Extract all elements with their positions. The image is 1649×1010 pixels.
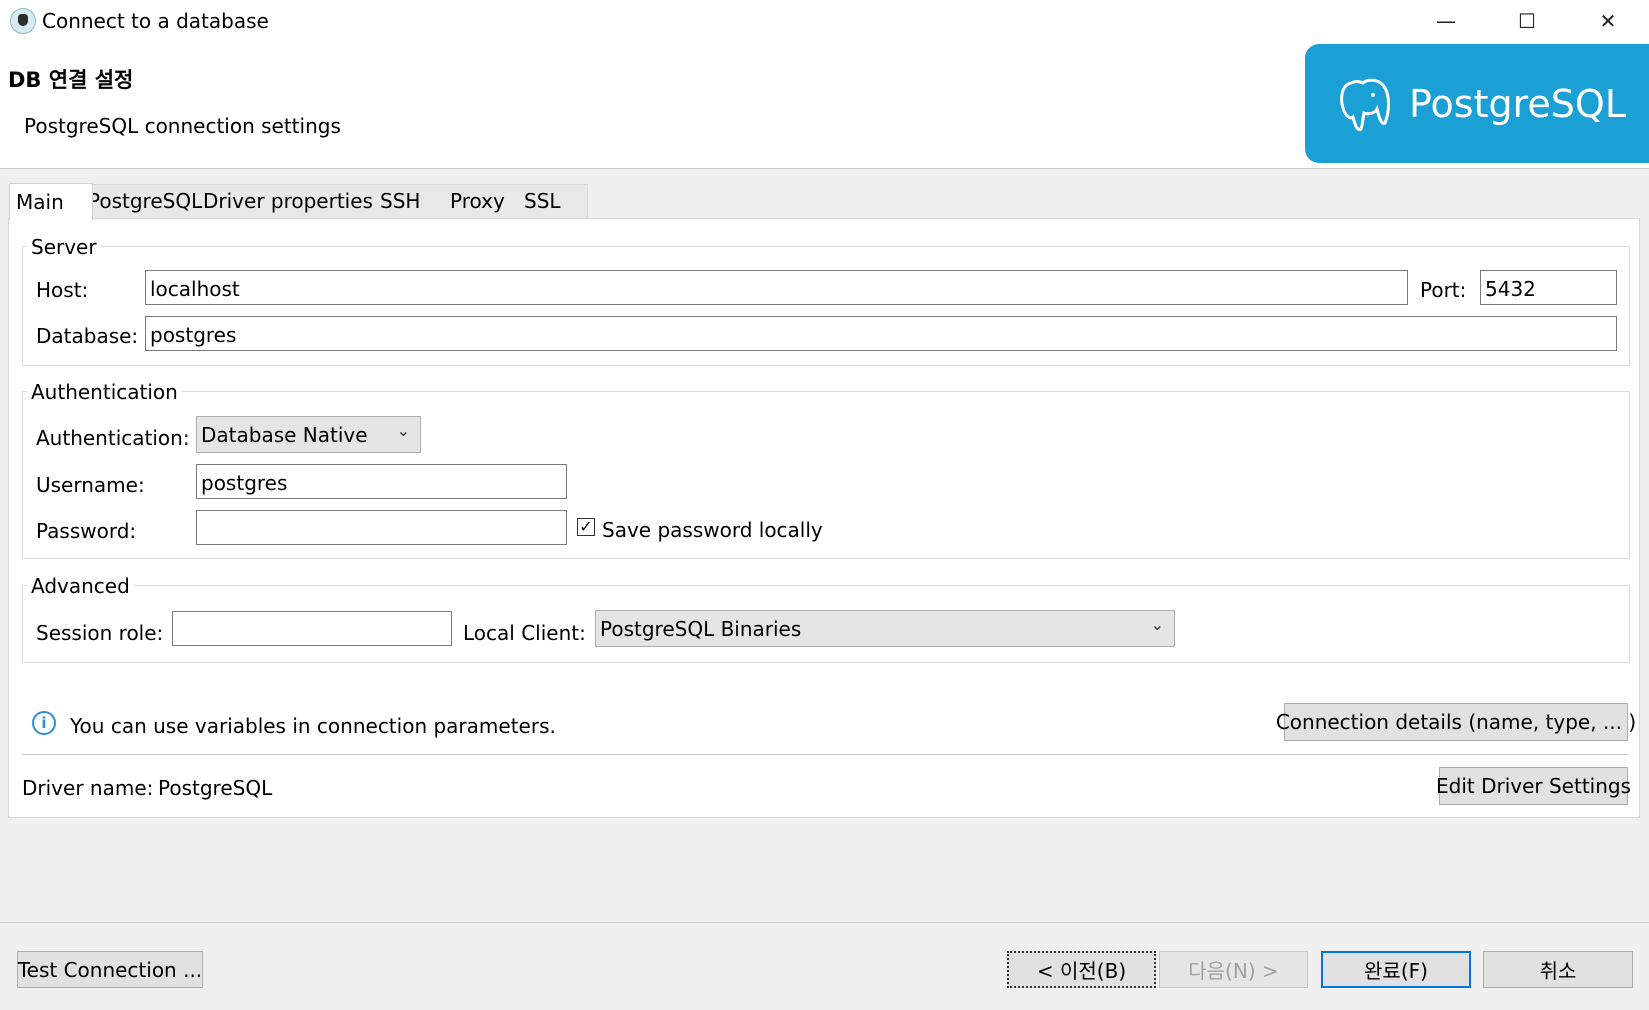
tab-postgresql[interactable]: PostgreSQL xyxy=(82,183,208,218)
driver-name-label: Driver name: xyxy=(22,776,154,800)
postgresql-logo-banner: PostgreSQL xyxy=(1305,44,1649,163)
authentication-label: Authentication: xyxy=(36,426,190,450)
chevron-down-icon: ⌄ xyxy=(1150,615,1164,634)
host-input[interactable]: localhost xyxy=(145,270,1408,305)
password-input[interactable] xyxy=(196,510,567,545)
next-button[interactable]: 다음(N) > xyxy=(1159,951,1308,988)
session-role-input[interactable] xyxy=(172,611,452,646)
test-connection-button[interactable]: Test Connection ... xyxy=(17,951,203,988)
wizard-header: DB 연결 설정 PostgreSQL connection settings … xyxy=(0,42,1649,169)
database-input[interactable]: postgres xyxy=(145,316,1617,351)
local-client-select-value: PostgreSQL Binaries xyxy=(600,617,802,641)
username-label: Username: xyxy=(36,473,145,497)
divider xyxy=(22,754,1628,755)
minimize-button[interactable]: — xyxy=(1406,0,1486,42)
local-client-label: Local Client: xyxy=(463,621,586,645)
advanced-legend: Advanced xyxy=(27,574,134,598)
window-title: Connect to a database xyxy=(42,9,269,33)
elephant-icon xyxy=(1340,78,1390,131)
page-subtitle: PostgreSQL connection settings xyxy=(24,114,341,138)
footer-divider xyxy=(0,922,1649,923)
authentication-legend: Authentication xyxy=(27,380,182,404)
username-input[interactable]: postgres xyxy=(196,464,567,499)
title-bar: Connect to a database — ☐ ✕ xyxy=(0,0,1649,42)
authentication-select-value: Database Native xyxy=(201,423,368,447)
tab-proxy[interactable]: Proxy xyxy=(444,183,511,218)
database-label: Database: xyxy=(36,324,139,348)
save-password-checkbox[interactable]: ✓ xyxy=(577,518,595,536)
port-label: Port: xyxy=(1420,278,1467,302)
chevron-down-icon: ⌄ xyxy=(396,421,410,440)
finish-button[interactable]: 완료(F) xyxy=(1321,951,1471,988)
host-label: Host: xyxy=(36,278,89,302)
maximize-button[interactable]: ☐ xyxy=(1487,0,1567,42)
cancel-button[interactable]: 취소 xyxy=(1483,951,1633,988)
connection-details-button[interactable]: Connection details (name, type, ... ) xyxy=(1276,703,1636,741)
password-label: Password: xyxy=(36,519,137,543)
variables-info-text: You can use variables in connection para… xyxy=(70,714,556,738)
server-legend: Server xyxy=(27,235,101,259)
tab-ssl[interactable]: SSL xyxy=(518,183,567,218)
back-button[interactable]: < 이전(B) xyxy=(1007,951,1156,988)
close-button[interactable]: ✕ xyxy=(1568,0,1648,42)
local-client-select[interactable]: PostgreSQL Binaries ⌄ xyxy=(595,610,1175,647)
edit-driver-settings-button[interactable]: Edit Driver Settings xyxy=(1436,767,1631,805)
driver-name-value: PostgreSQL xyxy=(158,776,273,800)
session-role-label: Session role: xyxy=(36,621,164,645)
save-password-label[interactable]: Save password locally xyxy=(602,518,823,542)
authentication-select[interactable]: Database Native ⌄ xyxy=(196,416,421,453)
postgresql-logo-text: PostgreSQL xyxy=(1409,81,1626,126)
dbeaver-app-icon xyxy=(10,8,36,34)
info-icon: i xyxy=(32,711,56,735)
page-title: DB 연결 설정 xyxy=(8,68,134,92)
port-input[interactable]: 5432 xyxy=(1480,270,1617,305)
tab-driver-properties[interactable]: Driver properties xyxy=(197,183,379,218)
tab-main[interactable]: Main xyxy=(9,183,93,220)
tab-ssh[interactable]: SSH xyxy=(374,183,426,218)
